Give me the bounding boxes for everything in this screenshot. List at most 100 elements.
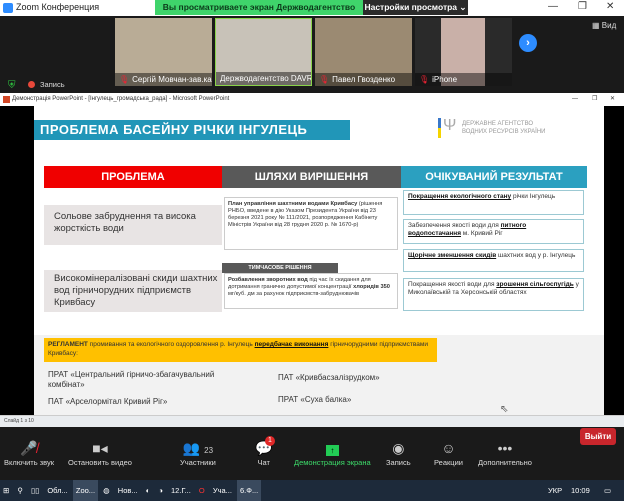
reactions-label: Реакции <box>434 458 463 467</box>
close-icon[interactable]: ✕ <box>606 1 614 12</box>
task-view-icon[interactable]: ▯▯ <box>28 480 42 501</box>
stop-video-label: Остановить видео <box>68 458 132 467</box>
result-box: Покращення екологічного стану річки Інгу… <box>403 190 584 215</box>
logo-line: ВОДНИХ РЕСУРСІВ УКРАЇНИ <box>462 129 546 135</box>
next-page-arrow-icon[interactable]: › <box>519 34 537 52</box>
taskbar-app[interactable]: 6.Ф... <box>237 480 262 501</box>
windows-taskbar: ⊞ ⚲ ▯▯ Обл... Zoo... ◍ Нов... ◐ ◑ 12.Г..… <box>0 480 624 501</box>
participants-label: Участники <box>180 458 216 467</box>
result-highlight: Щорічне зменшення скидів <box>408 252 497 259</box>
solution-box: Розбавлення зворотних вод під час їх ски… <box>224 273 398 309</box>
reactions-button[interactable]: ☺ Реакции <box>434 440 463 467</box>
stop-video-button[interactable]: ■◂ Остановить видео <box>68 440 132 467</box>
taskbar-app[interactable]: 12.Г... <box>168 480 194 501</box>
leave-button[interactable]: Выйти <box>580 428 616 445</box>
result-text: Покращення якості води для <box>408 281 497 288</box>
result-box: Забезпечення якості води для питного вод… <box>403 219 584 244</box>
logo-flag-yellow <box>438 128 441 138</box>
search-icon[interactable]: ⚲ <box>14 480 26 501</box>
unmute-label: Включить звук <box>4 458 55 467</box>
header-problem: ПРОБЛЕМА <box>44 166 222 188</box>
result-box: Покращення якості води для зрошення сіль… <box>403 278 584 311</box>
problem-box: Сольове забруднення та висока жорсткість… <box>44 205 222 245</box>
share-screen-button[interactable]: ↑ Демонстрация экрана <box>294 440 371 467</box>
record-label: Запись <box>386 458 411 467</box>
participants-icon: 👥 23 <box>182 440 214 456</box>
participant-tile[interactable]: 🎙 Сергій Мовчан-зав.ка... <box>115 18 212 86</box>
header-result: ОЧІКУВАНИЙ РЕЗУЛЬТАТ <box>401 166 587 188</box>
opera-icon[interactable]: O <box>196 480 208 501</box>
video-camera-icon: ■◂ <box>92 440 108 456</box>
grid-icon: ▦ <box>592 21 600 30</box>
screen-share-banner: Вы просматриваете экран Держводагентство… <box>155 0 363 27</box>
trident-logo-icon: Ψ <box>443 117 457 134</box>
solution-box: План управління шахтними водами Кривбасу… <box>224 197 398 250</box>
muted-mic-icon: 🎙 <box>419 75 430 84</box>
participant-name: Сергій Мовчан-зав.ка... <box>132 75 212 84</box>
restore-icon[interactable]: ❐ <box>592 93 597 106</box>
slide: ПРОБЛЕМА БАСЕЙНУ РІЧКИ ІНГУЛЕЦЬ Ψ ДЕРЖАВ… <box>34 106 604 415</box>
result-highlight: Покращення екологічного стану <box>408 193 512 200</box>
more-button[interactable]: ••• Дополнительно <box>478 440 532 467</box>
taskbar-app[interactable]: Обл... <box>44 480 70 501</box>
smiley-icon: ☺ <box>441 440 456 456</box>
start-icon[interactable]: ⊞ <box>0 480 12 501</box>
regulation-box: РЕГЛАМЕНТ промивання та екологічного озд… <box>44 338 437 362</box>
logo-flag-blue <box>438 118 441 128</box>
record-icon: ◉ <box>392 440 405 456</box>
problem-box: Високомінералізовані скиди шахтних вод г… <box>44 270 222 312</box>
result-text: шахтних вод у р. Інгулець <box>496 252 576 259</box>
powerpoint-title-bar: Демонстрація PowerPoint - [Інгулець_гром… <box>0 93 624 106</box>
solution-bold: хлоридів 350 <box>353 284 390 290</box>
chrome-icon[interactable]: ◍ <box>100 480 113 501</box>
result-box: Щорічне зменшення скидів шахтних вод у р… <box>403 249 584 272</box>
notifications-icon[interactable]: ▭ <box>604 480 611 501</box>
shield-icon[interactable]: ⛨ <box>8 80 16 91</box>
share-screen-icon: ↑ <box>294 440 371 458</box>
video-gallery <box>0 16 624 93</box>
maximize-icon[interactable]: ❐ <box>578 1 587 12</box>
record-icon <box>28 81 35 88</box>
muted-mic-icon: 🎤̸ <box>20 440 38 456</box>
unmute-button[interactable]: 🎤̸ Включить звук <box>4 440 54 467</box>
participant-tile[interactable]: 🎙 Павел Гвозденко <box>315 18 412 86</box>
regulation-text: промивання та екологічного оздоровлення … <box>87 341 255 348</box>
participant-tile[interactable]: Держводагентство DAVR <box>215 18 312 86</box>
window-title: Zoom Конференция <box>16 2 100 12</box>
taskbar-app[interactable]: Zoo... <box>72 480 99 501</box>
mouse-cursor-icon: ⇖ <box>500 404 509 415</box>
company-item: ПРАТ «Суха балка» <box>278 395 352 404</box>
chat-label: Чат <box>257 458 270 467</box>
participant-tile[interactable]: 🎙 iPhone <box>415 18 512 86</box>
chat-badge: 1 <box>265 436 275 446</box>
powerpoint-title: Демонстрація PowerPoint - [Інгулець_гром… <box>12 96 230 102</box>
zoom-logo-icon <box>3 3 13 13</box>
slide-title: ПРОБЛЕМА БАСЕЙНУ РІЧКИ ІНГУЛЕЦЬ <box>34 120 350 140</box>
result-highlight: зрошення сільгоспугідь <box>496 281 574 288</box>
whatsapp-icon[interactable]: ◐ <box>143 480 154 501</box>
muted-mic-icon: 🎙 <box>119 75 130 84</box>
participants-button[interactable]: 👥 23 Участники <box>180 440 216 467</box>
powerpoint-status-bar: Слайд 1 з 10 <box>0 415 624 427</box>
taskbar-app[interactable]: Нов... <box>115 480 141 501</box>
slide-counter: Слайд 1 з 10 <box>4 418 34 424</box>
view-options-button[interactable]: Настройки просмотра ⌄ <box>363 0 468 15</box>
close-icon[interactable]: ✕ <box>610 93 615 106</box>
record-button[interactable]: ◉ Запись <box>386 440 411 467</box>
participants-count: 23 <box>204 446 214 455</box>
minimize-icon[interactable]: — <box>572 93 578 106</box>
more-label: Дополнительно <box>478 458 532 467</box>
header-solutions: ШЛЯХИ ВИРІШЕННЯ <box>222 166 401 188</box>
minimize-icon[interactable]: — <box>548 1 558 12</box>
clock[interactable]: 10:09 <box>571 480 590 501</box>
powerpoint-icon <box>3 96 10 103</box>
muted-mic-icon: 🎙 <box>319 75 330 84</box>
language-indicator[interactable]: УКР <box>548 480 562 501</box>
view-button[interactable]: ▦ Вид <box>592 21 616 30</box>
regulation-highlight: передбачає виконання <box>254 341 329 348</box>
taskbar-app[interactable]: Уча... <box>210 480 235 501</box>
regulation-title: РЕГЛАМЕНТ <box>48 341 88 348</box>
chat-button[interactable]: 💬 Чат 1 <box>255 436 275 467</box>
viber-icon[interactable]: ◑ <box>155 480 166 501</box>
participant-name: Держводагентство DAVR <box>220 74 312 83</box>
